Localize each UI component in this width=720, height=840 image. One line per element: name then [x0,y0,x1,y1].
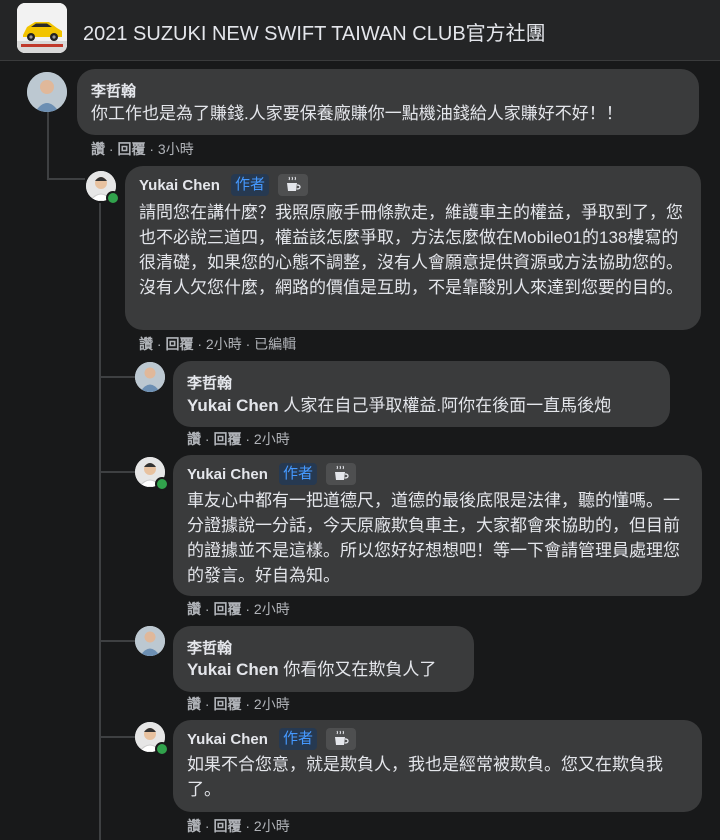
reply-button[interactable]: 回覆 [213,696,241,712]
thread-connector-r1 [99,376,135,378]
comment-time[interactable]: 2小時 [206,336,242,352]
comment-time[interactable]: 3小時 [158,141,194,157]
group-thumbnail[interactable] [17,3,67,53]
comment-body: 你工作也是為了賺錢.人家要保養廠賺你一點機油錢給人家賺好不好！！ [91,104,623,123]
comment-text: 如果不合您意，就是欺負人，我也是經常被欺負。您又在欺負我了。 [187,752,692,802]
author-badge: 作者 [279,463,318,485]
online-status-indicator [155,742,169,756]
group-header: 2021 SUZUKI NEW SWIFT TAIWAN CLUB官方社團 [0,0,720,61]
like-button[interactable]: 讚 [139,336,153,352]
user-photo-icon [135,362,165,392]
thread-line-level1 [47,112,49,180]
comment-author[interactable]: Yukai Chen [187,466,268,483]
reply-button[interactable]: 回覆 [213,818,241,834]
comment-author[interactable]: 李哲翰 [187,637,232,658]
comment-body: 如果不合您意，就是欺負人，我也是經常被欺負。您又在欺負我了。 [187,755,663,799]
group-title[interactable]: 2021 SUZUKI NEW SWIFT TAIWAN CLUB官方社團 [83,17,546,46]
comment-body: 你看你又在欺負人了 [278,660,437,679]
comment-time[interactable]: 2小時 [254,431,290,447]
yellow-car-image [17,3,67,53]
thread-connector-r2 [99,471,135,473]
coffee-cup-icon [326,463,356,485]
thread-connector-level1 [47,178,85,180]
comment-actions: 讚 · 回覆 · 2小時 · 已編輯 [139,336,297,352]
comment-body: 車友心中都有一把道德尺，道德的最後底限是法律，聽的懂嗎。一分證據說一分話，今天原… [187,491,680,585]
comment-actions: 讚 · 回覆 · 2小時 [187,696,290,712]
coffee-cup-icon [278,174,308,196]
like-button[interactable]: 讚 [91,141,105,157]
coffee-cup-icon [326,728,356,750]
edited-label: 已編輯 [254,336,297,352]
author-badge: 作者 [231,174,270,196]
online-status-indicator [106,191,120,205]
comment-time[interactable]: 2小時 [254,696,290,712]
avatar[interactable] [135,626,165,656]
comment-author[interactable]: Yukai Chen [187,731,268,748]
comment-actions: 讚 · 回覆 · 2小時 [187,431,290,447]
like-button[interactable]: 讚 [187,601,201,617]
mention-link[interactable]: Yukai Chen [187,396,279,415]
thread-connector-r3 [99,640,135,642]
comment-author[interactable]: Yukai Chen [139,177,220,194]
reply-button[interactable]: 回覆 [165,336,193,352]
like-button[interactable]: 讚 [187,696,201,712]
thread-line-level2 [99,203,101,840]
comment-text: 車友心中都有一把道德尺，道德的最後底限是法律，聽的懂嗎。一分證據說一分話，今天原… [187,488,692,588]
avatar[interactable] [27,72,67,112]
reply-button[interactable]: 回覆 [213,431,241,447]
reply-button[interactable]: 回覆 [213,601,241,617]
comment-actions: 讚 · 回覆 · 2小時 [187,818,290,834]
comment-time[interactable]: 2小時 [254,818,290,834]
user-photo-icon [135,626,165,656]
reply-button[interactable]: 回覆 [117,141,145,157]
comment-author[interactable]: 李哲翰 [187,372,232,393]
user-photo-icon [27,72,67,112]
author-badge: 作者 [279,728,318,750]
online-status-indicator [155,477,169,491]
comment-actions: 讚 · 回覆 · 3小時 [91,141,194,157]
comment-text: Yukai Chen 人家在自己爭取權益.阿你在後面一直馬後炮 [187,393,667,418]
comment-text: Yukai Chen 你看你又在欺負人了 [187,657,472,682]
like-button[interactable]: 讚 [187,431,201,447]
comment-author[interactable]: 李哲翰 [91,80,136,101]
avatar[interactable] [135,362,165,392]
comment-body: 請問您在講什麼？我照原廠手冊條款走，維護車主的權益，爭取到了，您也不必說三道四，… [139,203,683,297]
comment-text: 你工作也是為了賺錢.人家要保養廠賺你一點機油錢給人家賺好不好！！ [91,101,691,126]
comment-time[interactable]: 2小時 [254,601,290,617]
thread-connector-r4 [99,736,135,738]
comment-body: 人家在自己爭取權益.阿你在後面一直馬後炮 [278,396,612,415]
comment-text: 請問您在講什麼？我照原廠手冊條款走，維護車主的權益，爭取到了，您也不必說三道四，… [139,200,689,300]
mention-link[interactable]: Yukai Chen [187,660,279,679]
like-button[interactable]: 讚 [187,818,201,834]
comment-actions: 讚 · 回覆 · 2小時 [187,601,290,617]
